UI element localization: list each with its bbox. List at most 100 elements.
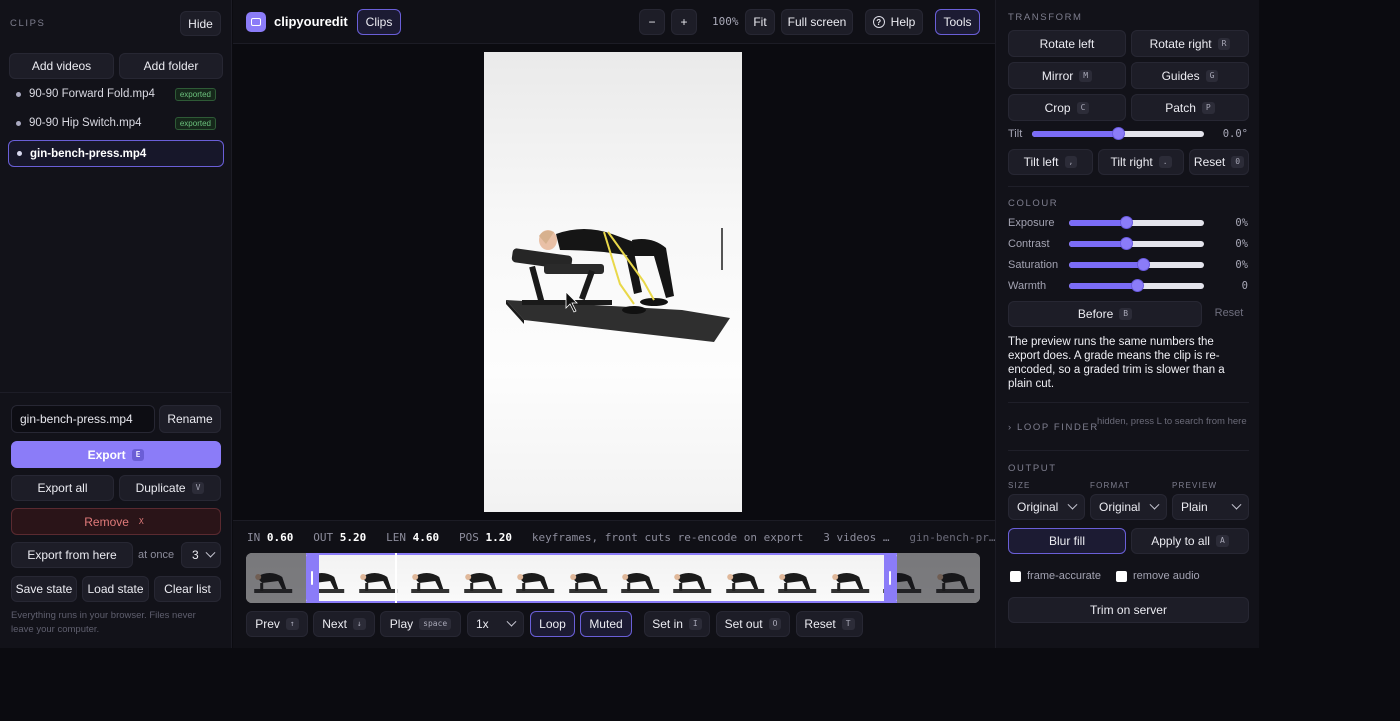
tilt-slider[interactable] [1032, 127, 1204, 140]
set-out-button[interactable]: Set out O [716, 611, 790, 637]
reset-trim-button[interactable]: Reset T [796, 611, 863, 637]
chevron-down-icon [1149, 499, 1160, 510]
clip-item[interactable]: 90-90 Forward Fold.mp4 exported [8, 81, 224, 107]
fit-button[interactable]: Fit [745, 9, 775, 35]
warmth-slider-fill [1069, 283, 1137, 289]
rename-button[interactable]: Rename [159, 405, 221, 433]
clip-dot-icon [16, 120, 21, 126]
rotate-right-key-hint: R [1217, 37, 1231, 50]
muted-label: Muted [589, 617, 623, 631]
loop-toggle[interactable]: Loop [530, 611, 575, 637]
remove-audio-checkbox[interactable] [1116, 571, 1127, 582]
app-name: clipyouredit [274, 14, 348, 29]
frame-accurate-checkbox[interactable] [1010, 571, 1021, 582]
rotate-left-button[interactable]: Rotate left [1008, 30, 1126, 57]
clip-item[interactable]: 90-90 Hip Switch.mp4 exported [8, 110, 224, 136]
plus-icon: + [680, 15, 688, 29]
tilt-value: 0.0° [1222, 128, 1248, 140]
clips-section-title: CLIPS [10, 18, 46, 29]
play-button[interactable]: Play space [380, 611, 461, 637]
hide-button[interactable]: Hide [180, 11, 221, 36]
preview-select[interactable]: Plain [1172, 494, 1249, 520]
speed-select[interactable]: 1x [467, 611, 524, 637]
video-preview[interactable] [484, 52, 742, 512]
app-logo-icon [246, 12, 266, 32]
add-videos-button[interactable]: Add videos [9, 53, 114, 79]
exposure-slider[interactable] [1069, 216, 1204, 229]
tools-button[interactable]: Tools [935, 9, 980, 35]
prev-label: Prev [255, 617, 280, 631]
prev-button[interactable]: Prev ↑ [246, 611, 308, 637]
loop-finder-toggle[interactable]: › LOOP FINDER [1008, 422, 1099, 433]
at-once-value: 3 [192, 548, 199, 562]
save-state-button[interactable]: Save state [11, 576, 77, 602]
duplicate-button[interactable]: Duplicate V [119, 475, 221, 501]
tilt-reset-button[interactable]: Reset 0 [1189, 149, 1249, 175]
clip-item-selected[interactable]: gin-bench-press.mp4 [8, 140, 224, 167]
trim-on-server-button[interactable]: Trim on server [1008, 597, 1249, 623]
in-value: 0.60 [266, 531, 294, 544]
tilt-label: Tilt [1008, 128, 1023, 140]
apply-to-all-button[interactable]: Apply to all A [1131, 528, 1249, 554]
chevron-down-icon [205, 547, 216, 558]
format-select[interactable]: Original [1090, 494, 1167, 520]
contrast-value: 0% [1235, 238, 1248, 250]
clip-name-input[interactable]: gin-bench-press.mp4 [11, 405, 155, 433]
guides-key-hint: G [1205, 69, 1219, 82]
preview-value: Plain [1181, 500, 1208, 514]
load-state-button[interactable]: Load state [82, 576, 149, 602]
clip-dot-icon [17, 151, 22, 156]
timeline-stats: IN 0.60 OUT 5.20 LEN 4.60 POS 1.20 keyfr… [247, 531, 995, 544]
next-button[interactable]: Next ↓ [313, 611, 375, 637]
size-select[interactable]: Original [1008, 494, 1085, 520]
help-button[interactable]: ? Help [865, 9, 923, 35]
speed-value: 1x [476, 617, 489, 631]
crop-button[interactable]: Crop C [1008, 94, 1126, 121]
contrast-slider[interactable] [1069, 237, 1204, 250]
saturation-slider-knob[interactable] [1137, 258, 1151, 271]
tilt-left-button[interactable]: Tilt left, [1008, 149, 1093, 175]
muted-toggle[interactable]: Muted [580, 611, 632, 637]
contrast-label: Contrast [1008, 238, 1050, 250]
add-folder-button[interactable]: Add folder [119, 53, 223, 79]
playhead[interactable] [395, 553, 397, 603]
trim-in-handle[interactable] [306, 553, 320, 603]
warmth-slider-knob[interactable] [1130, 279, 1144, 292]
before-button[interactable]: Before B [1008, 301, 1202, 327]
remove-button[interactable]: Remove X [11, 508, 221, 535]
zoom-in-button[interactable]: + [671, 9, 697, 35]
set-in-button[interactable]: Set in I [644, 611, 710, 637]
blur-fill-button[interactable]: Blur fill [1008, 528, 1126, 554]
mirror-button[interactable]: Mirror M [1008, 62, 1126, 89]
pos-label: POS [459, 531, 479, 544]
export-all-button[interactable]: Export all [11, 475, 114, 501]
before-label: Before [1077, 307, 1114, 321]
contrast-slider-fill [1069, 241, 1126, 247]
remove-key-hint: X [138, 516, 144, 526]
tilt-right-button[interactable]: Tilt right. [1098, 149, 1184, 175]
rename-label: Rename [167, 412, 213, 426]
rotate-right-button[interactable]: Rotate right R [1131, 30, 1249, 57]
tilt-slider-knob[interactable] [1112, 127, 1125, 140]
exposure-value: 0% [1235, 217, 1248, 229]
export-from-here-button[interactable]: Export from here [11, 542, 133, 568]
at-once-select[interactable]: 3 [181, 542, 221, 568]
warmth-slider[interactable] [1069, 279, 1204, 292]
saturation-slider[interactable] [1069, 258, 1204, 271]
trim-out-handle[interactable] [884, 553, 898, 603]
clips-tab-button[interactable]: Clips [357, 9, 401, 35]
trim-on-server-label: Trim on server [1090, 603, 1167, 617]
clear-list-button[interactable]: Clear list [154, 576, 221, 602]
contrast-slider-knob[interactable] [1119, 237, 1133, 250]
divider [1008, 402, 1249, 403]
len-value: 4.60 [412, 531, 440, 544]
exposure-slider-knob[interactable] [1119, 216, 1133, 229]
fullscreen-button[interactable]: Full screen [781, 9, 853, 35]
len-label: LEN [386, 531, 406, 544]
patch-button[interactable]: Patch P [1131, 94, 1249, 121]
timeline-filmstrip[interactable] [246, 553, 980, 603]
colour-reset-button[interactable]: Reset [1208, 307, 1250, 319]
zoom-out-button[interactable]: − [639, 9, 665, 35]
export-button[interactable]: Export E [11, 441, 221, 468]
guides-button[interactable]: Guides G [1131, 62, 1249, 89]
